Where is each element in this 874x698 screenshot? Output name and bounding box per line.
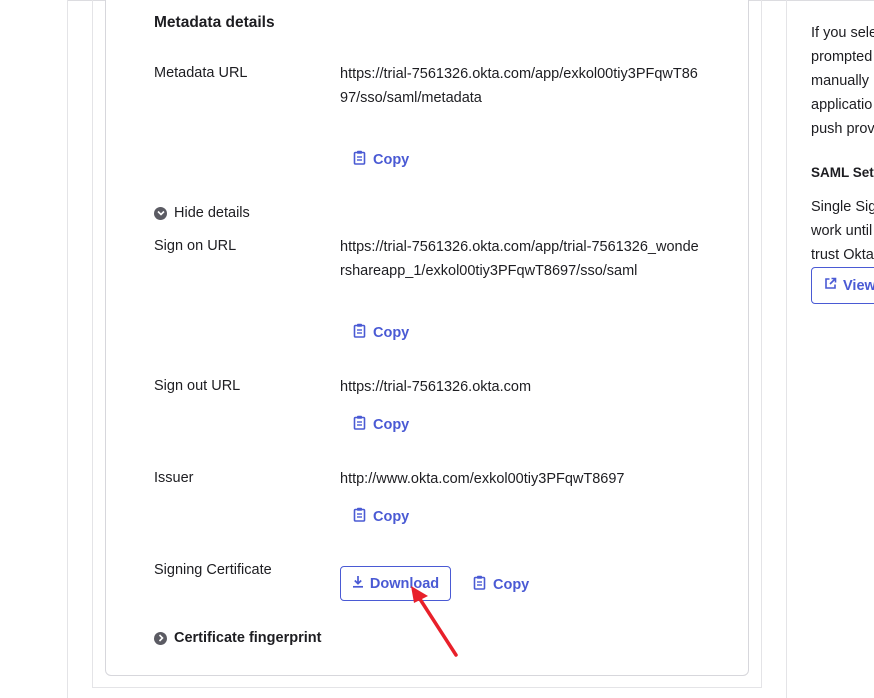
metadata-url-value: https://trial-7561326.okta.com/app/exkol… xyxy=(340,66,698,106)
download-label: Download xyxy=(369,575,440,592)
side-help-line-5: push prov xyxy=(811,121,874,137)
chevron-down-icon xyxy=(154,206,167,220)
clipboard-icon xyxy=(353,507,367,526)
signing-certificate-label: Signing Certificate xyxy=(154,562,272,578)
saml-help-line-3: trust Okta xyxy=(811,247,874,263)
metadata-url-label: Metadata URL xyxy=(154,65,248,81)
copy-label: Copy xyxy=(373,324,410,341)
side-help-line-1: If you sele xyxy=(811,25,874,41)
copy-label: Copy xyxy=(493,576,530,593)
certificate-fingerprint-toggle[interactable]: Certificate fingerprint xyxy=(154,630,321,646)
side-help-line-2: prompted xyxy=(811,49,873,65)
issuer-value: http://www.okta.com/exkol00tiy3PFqwT8697 xyxy=(340,471,625,487)
hide-details-toggle[interactable]: Hide details xyxy=(154,205,250,221)
right-divider xyxy=(786,0,787,698)
metadata-details-title: Metadata details xyxy=(154,14,275,31)
side-help-line-4: applicatio xyxy=(811,97,873,113)
copy-sign-out-url-button[interactable]: Copy xyxy=(353,415,409,434)
copy-certificate-button[interactable]: Copy xyxy=(473,575,529,594)
panel-bottom-edge xyxy=(92,687,762,688)
chevron-right-icon xyxy=(154,631,167,645)
panel-left-edge xyxy=(92,0,93,688)
left-divider xyxy=(67,0,68,698)
clipboard-icon xyxy=(353,415,367,434)
external-link-icon xyxy=(824,277,837,294)
copy-metadata-url-button[interactable]: Copy xyxy=(353,150,409,169)
view-setup-instructions-button[interactable]: View xyxy=(811,267,874,304)
sign-out-url-label: Sign out URL xyxy=(154,378,241,394)
issuer-label: Issuer xyxy=(154,470,194,486)
copy-label: Copy xyxy=(373,508,410,525)
saml-help-line-2: work until xyxy=(811,223,873,239)
download-icon xyxy=(352,575,364,592)
view-label: View xyxy=(843,277,874,294)
copy-issuer-button[interactable]: Copy xyxy=(353,507,409,526)
copy-label: Copy xyxy=(373,416,410,433)
copy-label: Copy xyxy=(373,151,410,168)
copy-sign-on-url-button[interactable]: Copy xyxy=(353,323,409,342)
clipboard-icon xyxy=(353,323,367,342)
clipboard-icon xyxy=(473,575,487,594)
hide-details-label: Hide details xyxy=(174,205,250,221)
certificate-fingerprint-label: Certificate fingerprint xyxy=(174,630,322,646)
sign-out-url-value: https://trial-7561326.okta.com xyxy=(340,379,532,395)
download-certificate-button[interactable]: Download xyxy=(340,566,451,601)
sign-on-url-label: Sign on URL xyxy=(154,238,237,254)
saml-help-line-1: Single Sig xyxy=(811,199,874,215)
sign-on-url-value: https://trial-7561326.okta.com/app/trial… xyxy=(340,239,699,279)
saml-setup-title: SAML Setu xyxy=(811,165,874,180)
side-help-line-3: manually xyxy=(811,73,870,89)
panel-right-edge xyxy=(761,0,762,688)
clipboard-icon xyxy=(353,150,367,169)
